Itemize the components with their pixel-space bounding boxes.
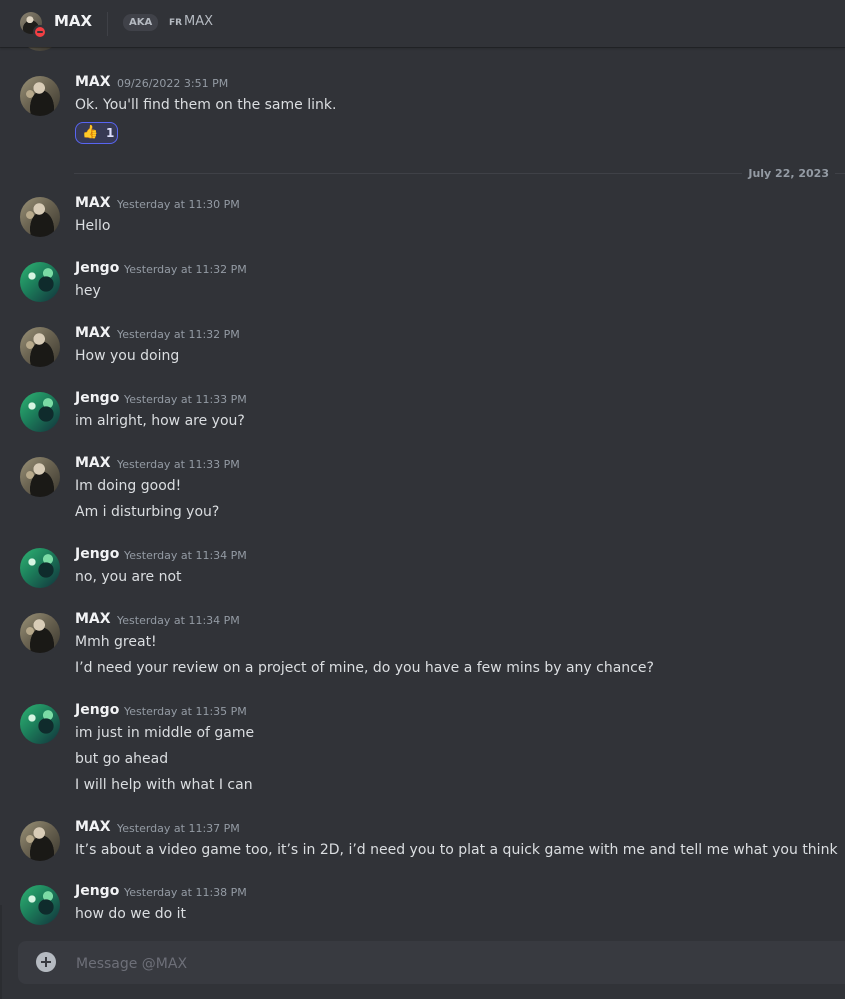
dnd-status-icon xyxy=(33,25,47,39)
message-timestamp: Yesterday at 11:32 PM xyxy=(117,328,240,341)
add-attachment-icon[interactable] xyxy=(36,952,56,972)
avatar[interactable] xyxy=(20,262,60,302)
message-author[interactable]: MAX xyxy=(75,325,111,341)
avatar[interactable] xyxy=(20,457,60,497)
message-text: but go ahead xyxy=(75,751,169,767)
dm-header: MAX AKA FR MAX xyxy=(0,0,845,47)
message-author[interactable]: MAX xyxy=(75,74,111,90)
divider-rule xyxy=(74,173,845,174)
message-author[interactable]: MAX xyxy=(75,195,111,211)
aka-name: MAX xyxy=(184,14,214,29)
header-divider xyxy=(107,12,108,36)
message-text: Mmh great! xyxy=(75,634,157,650)
date-divider: July 22, 2023 xyxy=(74,167,845,180)
reaction-button[interactable]: 👍 1 xyxy=(75,122,118,144)
reaction-count: 1 xyxy=(106,126,115,140)
message-timestamp: Yesterday at 11:33 PM xyxy=(117,458,240,471)
avatar[interactable] xyxy=(20,197,60,237)
message-text: im alright, how are you? xyxy=(75,413,245,429)
message-text: hey xyxy=(75,283,101,299)
aka-prefix: FR xyxy=(169,18,183,28)
sidebar-edge xyxy=(0,905,2,999)
message-input[interactable] xyxy=(74,941,838,986)
dm-title[interactable]: MAX xyxy=(54,12,92,30)
message-timestamp: Yesterday at 11:33 PM xyxy=(124,393,247,406)
message-text: no, you are not xyxy=(75,569,182,585)
message-timestamp: Yesterday at 11:35 PM xyxy=(124,705,247,718)
avatar[interactable] xyxy=(20,613,60,653)
message-composer xyxy=(18,941,845,986)
message-text: I will help with what I can xyxy=(75,777,253,793)
message-text: It’s about a video game too, it’s in 2D,… xyxy=(75,842,838,858)
aka-badge[interactable]: AKA xyxy=(123,14,159,31)
message-author[interactable]: Jengo xyxy=(75,390,119,406)
avatar[interactable] xyxy=(20,47,60,51)
message-author[interactable]: Jengo xyxy=(75,702,119,718)
message-list[interactable]: MAX 09/26/2022 3:51 PM Ok. You'll find t… xyxy=(0,47,845,937)
message-author[interactable]: MAX xyxy=(75,819,111,835)
avatar[interactable] xyxy=(20,821,60,861)
message-author[interactable]: Jengo xyxy=(75,546,119,562)
message-author[interactable]: MAX xyxy=(75,455,111,471)
message-author[interactable]: MAX xyxy=(75,611,111,627)
message-text: I’d need your review on a project of min… xyxy=(75,660,654,676)
message-timestamp: 09/26/2022 3:51 PM xyxy=(117,77,229,90)
message-timestamp: Yesterday at 11:38 PM xyxy=(124,886,247,899)
message-timestamp: Yesterday at 11:32 PM xyxy=(124,263,247,276)
message-timestamp: Yesterday at 11:34 PM xyxy=(124,549,247,562)
message-author[interactable]: Jengo xyxy=(75,883,119,899)
message-text: Am i disturbing you? xyxy=(75,504,220,520)
message-timestamp: Yesterday at 11:30 PM xyxy=(117,198,240,211)
avatar[interactable] xyxy=(20,548,60,588)
message-timestamp: Yesterday at 11:34 PM xyxy=(117,614,240,627)
avatar[interactable] xyxy=(20,76,60,116)
avatar[interactable] xyxy=(20,392,60,432)
message-text: Hello xyxy=(75,218,111,234)
message-text: How you doing xyxy=(75,348,180,364)
date-divider-label: July 22, 2023 xyxy=(742,167,835,180)
message-text: Ok. You'll find them on the same link. xyxy=(75,97,337,113)
message-timestamp: Yesterday at 11:37 PM xyxy=(117,822,240,835)
thumbs-up-icon: 👍 xyxy=(82,125,99,140)
message-author[interactable]: Jengo xyxy=(75,260,119,276)
avatar[interactable] xyxy=(20,885,60,925)
message-text: how do we do it xyxy=(75,906,187,922)
message-text: im just in middle of game xyxy=(75,725,255,741)
avatar[interactable] xyxy=(20,704,60,744)
avatar[interactable] xyxy=(20,327,60,367)
message-text: Im doing good! xyxy=(75,478,182,494)
